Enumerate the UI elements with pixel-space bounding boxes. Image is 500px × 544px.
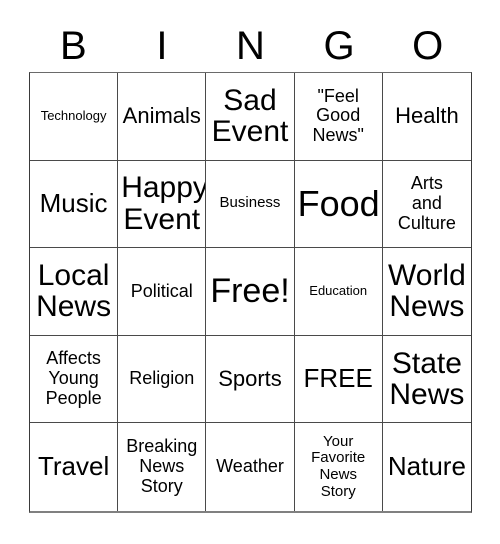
bingo-cell-label: Breaking News Story — [126, 436, 198, 497]
bingo-cell-label: FREE — [303, 363, 373, 394]
bingo-cell-label: Business — [219, 194, 281, 212]
bingo-cell[interactable]: Sports — [206, 335, 295, 424]
bingo-grid: Technology Animals Sad Event "Feel Good … — [29, 72, 472, 513]
bingo-header: B I N G O — [29, 20, 472, 72]
bingo-cell[interactable]: "Feel Good News" — [294, 73, 383, 161]
bingo-cell[interactable]: Happy Event — [118, 160, 207, 249]
bingo-cell-label: Political — [130, 280, 193, 301]
bingo-cell-label: Religion — [129, 368, 195, 389]
bingo-cell-label: Travel — [37, 451, 110, 482]
bingo-cell-label: Local News — [36, 258, 112, 324]
bingo-cell[interactable]: Breaking News Story — [118, 423, 207, 511]
bingo-header-letter-g: G — [323, 24, 355, 68]
bingo-cell[interactable]: Local News — [30, 248, 119, 336]
bingo-header-letter-n: N — [236, 24, 265, 68]
bingo-cell-label: Arts and Culture — [397, 173, 456, 233]
bingo-cell[interactable]: Arts and Culture — [382, 160, 471, 249]
bingo-header-letter-i: I — [156, 24, 168, 68]
bingo-cell[interactable]: Your Favorite News Story — [294, 423, 383, 511]
bingo-cell-label: Affects Young People — [45, 348, 102, 408]
bingo-cell-label: Your Favorite News Story — [311, 432, 366, 500]
bingo-cell[interactable]: Religion — [118, 335, 207, 424]
bingo-cell[interactable]: World News — [382, 248, 471, 336]
bingo-header-letter-b: B — [59, 24, 87, 68]
bingo-cell[interactable]: Political — [118, 248, 207, 336]
bingo-cell-label: Music — [39, 188, 108, 219]
bingo-cell-free[interactable]: FREE — [294, 335, 383, 424]
bingo-cell-label: Free! — [210, 271, 290, 310]
bingo-cell[interactable]: Food — [294, 160, 383, 249]
bingo-cell[interactable]: Animals — [118, 73, 207, 161]
bingo-cell[interactable]: State News — [382, 335, 471, 424]
bingo-cell-label: Food — [297, 183, 380, 225]
bingo-header-letter-o: O — [412, 24, 444, 68]
bingo-cell[interactable]: Technology — [30, 73, 119, 161]
bingo-cell-label: State News — [389, 346, 465, 412]
bingo-cell[interactable]: Business — [206, 160, 295, 249]
bingo-cell-label: Happy Event — [121, 171, 207, 236]
bingo-cell[interactable]: Sad Event — [206, 73, 295, 161]
bingo-cell[interactable]: Weather — [206, 423, 295, 511]
bingo-cell-label: Nature — [387, 451, 466, 482]
bingo-cell-label: Technology — [40, 107, 107, 123]
bingo-cell-label: Weather — [216, 456, 284, 477]
bingo-cell-free-center[interactable]: Free! — [206, 248, 295, 336]
bingo-cell-label: "Feel Good News" — [312, 85, 364, 146]
bingo-cell[interactable]: Affects Young People — [30, 335, 119, 424]
bingo-cell[interactable]: Nature — [382, 423, 471, 511]
bingo-cell-label: Sports — [218, 366, 282, 392]
bingo-cell-label: Animals — [122, 103, 201, 129]
bingo-card: B I N G O Technology Animals Sad Event "… — [0, 0, 500, 544]
bingo-cell[interactable]: Health — [382, 73, 471, 161]
bingo-cell-label: World News — [387, 258, 466, 324]
bingo-cell-label: Sad Event — [211, 83, 289, 149]
bingo-cell[interactable]: Travel — [30, 423, 119, 511]
bingo-cell-label: Education — [309, 283, 368, 299]
bingo-cell[interactable]: Education — [294, 248, 383, 336]
bingo-cell[interactable]: Music — [30, 160, 119, 249]
bingo-cell-label: Health — [395, 103, 459, 129]
